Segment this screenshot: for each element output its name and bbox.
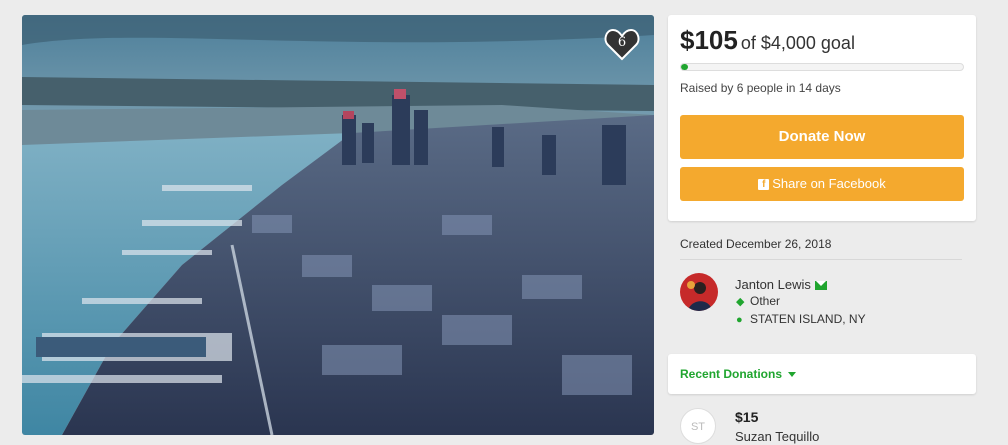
campaign-photo[interactable]: 6	[22, 15, 654, 435]
recent-donations-toggle[interactable]: Recent Donations	[680, 367, 797, 381]
city-skyline-image	[22, 15, 654, 435]
chevron-down-icon	[788, 372, 797, 378]
organizer-name[interactable]: Janton Lewis	[735, 277, 811, 292]
donation-amount: $15	[735, 409, 759, 425]
recent-donations-card: Recent Donations	[668, 354, 976, 394]
category-label: Other	[750, 294, 781, 308]
goal-text: of $4,000 goal	[740, 33, 855, 53]
organizer-photo	[680, 273, 718, 311]
donor-avatar: ST	[680, 408, 716, 444]
organizer-name-row: Janton Lewis	[735, 277, 827, 292]
organizer-category: ◆ Other	[736, 294, 780, 308]
divider	[680, 259, 962, 260]
share-facebook-label: Share on Facebook	[772, 176, 886, 191]
location-pin-icon: ●	[736, 314, 743, 326]
tag-icon: ◆	[736, 296, 745, 308]
progress-bar	[680, 63, 964, 71]
raised-by-text: Raised by 6 people in 14 days	[680, 81, 841, 95]
raised-amount: $105	[680, 25, 738, 55]
favorite-button[interactable]: 6	[604, 27, 640, 61]
organizer-avatar[interactable]	[680, 273, 718, 311]
share-facebook-button[interactable]: f Share on Facebook	[680, 167, 964, 201]
organizer-location: ● STATEN ISLAND, NY	[736, 312, 866, 326]
amount-raised: $105 of $4,000 goal	[680, 25, 855, 56]
recent-donations-label: Recent Donations	[680, 367, 783, 381]
facebook-icon: f	[758, 179, 770, 191]
verified-mail-icon	[814, 281, 827, 291]
progress-fill	[681, 64, 689, 70]
donation-summary-card: $105 of $4,000 goal Raised by 6 people in…	[668, 15, 976, 221]
donate-now-button[interactable]: Donate Now	[680, 115, 964, 159]
created-date: Created December 26, 2018	[680, 237, 832, 251]
location-label: STATEN ISLAND, NY	[750, 312, 866, 326]
favorite-count: 6	[617, 35, 627, 50]
donor-name: Suzan Tequillo	[735, 429, 820, 444]
